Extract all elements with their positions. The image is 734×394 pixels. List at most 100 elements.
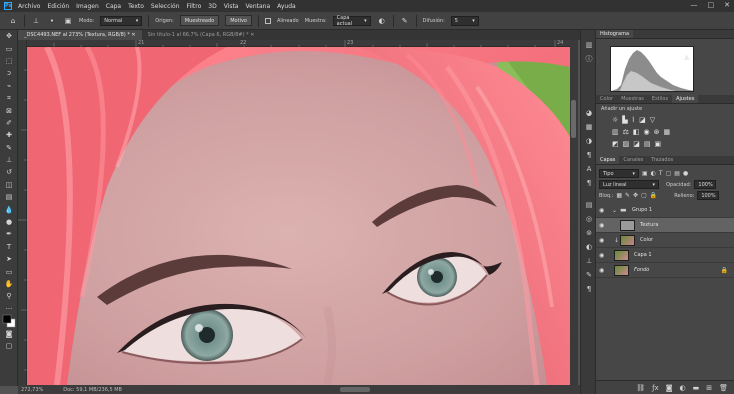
lock-position-icon[interactable]: ✥ <box>633 192 638 199</box>
crop-tool-icon[interactable]: ⌗ <box>0 92 18 104</box>
character-styles-icon[interactable]: ¶ <box>581 282 597 296</box>
origin-pattern-button[interactable]: Motivo <box>225 15 252 26</box>
path-selection-tool-icon[interactable]: ➤ <box>0 253 18 265</box>
layers-panel-icon[interactable]: ▤ <box>581 198 597 212</box>
lock-transparent-icon[interactable]: ▦ <box>616 192 622 199</box>
tab-channels[interactable]: Canales <box>619 156 647 164</box>
filter-shape-icon[interactable]: ▢ <box>666 170 672 177</box>
healing-brush-tool-icon[interactable]: ✚ <box>0 129 18 141</box>
properties-panel-icon[interactable]: ◐ <box>581 240 597 254</box>
posterize-icon[interactable]: ▨ <box>623 140 630 148</box>
menu-seleccion[interactable]: Selección <box>151 3 180 10</box>
filter-toggle-icon[interactable]: ● <box>683 170 688 177</box>
dodge-tool-icon[interactable]: ● <box>0 216 18 228</box>
paragraph-panel-icon[interactable]: ¶ <box>581 148 597 162</box>
layer-row-background[interactable]: ◉ Fondo 🔒 <box>596 263 734 278</box>
more-tools-icon[interactable]: ··· <box>0 303 18 315</box>
tab-histogram[interactable]: Histograma <box>596 30 634 38</box>
history-brush-tool-icon[interactable]: ↺ <box>0 166 18 178</box>
hand-tool-icon[interactable]: ✋ <box>0 278 18 290</box>
mode-select[interactable]: Normal ▾ <box>100 15 143 26</box>
info-panel-icon[interactable]: ⓘ <box>581 52 597 66</box>
ignore-adjustment-layers-icon[interactable]: ◐ <box>377 16 387 26</box>
color-panel-icon[interactable]: ◕ <box>581 106 597 120</box>
type-tool-icon[interactable]: T <box>0 241 18 253</box>
color-swatches-icon[interactable] <box>0 314 18 328</box>
delete-layer-icon[interactable]: 🗑 <box>719 384 728 392</box>
filter-type-icon[interactable]: T <box>659 170 663 177</box>
lock-artboard-icon[interactable]: ▢ <box>641 192 647 199</box>
visibility-eye-icon[interactable]: ◉ <box>599 207 607 214</box>
selective-color-icon[interactable]: ▣ <box>655 140 662 148</box>
layer-row[interactable]: ◉ Capa 1 <box>596 248 734 263</box>
hue-saturation-icon[interactable]: ▥ <box>612 128 619 136</box>
curves-icon[interactable]: ⌇ <box>632 116 635 124</box>
layer-row-selected[interactable]: ◉ Textura <box>596 218 734 233</box>
brightness-contrast-icon[interactable]: ☼ <box>612 116 618 124</box>
link-layers-icon[interactable]: ⛓ <box>636 384 645 392</box>
layer-row[interactable]: ◉ ↓ Color <box>596 233 734 248</box>
gradient-map-icon[interactable]: ▤ <box>644 140 651 148</box>
invert-icon[interactable]: ◩ <box>612 140 619 148</box>
brush-settings-icon[interactable]: ✎ <box>581 268 597 282</box>
new-group-icon[interactable]: ▬ <box>693 384 700 392</box>
origin-sampled-button[interactable]: Muestreado <box>179 15 220 26</box>
close-window-button[interactable]: ✕ <box>724 1 730 9</box>
lasso-tool-icon[interactable]: ↄ <box>0 67 18 79</box>
document-size[interactable]: Doc: 59,1 MB/236,5 MB <box>63 387 122 393</box>
clone-stamp-preset-icon[interactable]: ⊥ <box>31 16 41 26</box>
zoom-tool-icon[interactable]: ⚲ <box>0 290 18 302</box>
warning-icon[interactable]: ▲ <box>684 53 689 61</box>
tab-paths[interactable]: Trazados <box>647 156 677 164</box>
visibility-eye-icon[interactable]: ◉ <box>599 252 607 259</box>
quick-mask-icon[interactable]: ◙ <box>0 327 18 339</box>
channel-mixer-icon[interactable]: ⊛ <box>654 128 660 136</box>
adjustments-panel-icon[interactable]: ◑ <box>581 134 597 148</box>
new-layer-icon[interactable]: ⊞ <box>706 384 712 392</box>
clone-source-icon[interactable]: ⊥ <box>581 254 597 268</box>
blur-tool-icon[interactable]: 💧 <box>0 203 18 215</box>
document-tab-active[interactable]: _DSC4493.NEF al 273% (Textura, RGB/8) * … <box>18 30 142 40</box>
histogram-panel-icon[interactable]: ▥ <box>581 38 597 52</box>
aligned-checkbox[interactable] <box>264 17 271 24</box>
clone-stamp-tool-icon[interactable]: ⊥ <box>0 154 18 166</box>
tab-layers[interactable]: Capas <box>596 156 620 164</box>
paths-panel-icon[interactable]: ⊚ <box>581 226 597 240</box>
filter-pixel-icon[interactable]: ▣ <box>642 170 648 177</box>
document-tab[interactable]: Sin título-1 al 66,7% (Capa 6, RGB/8#) *… <box>142 30 261 40</box>
threshold-icon[interactable]: ◪ <box>633 140 640 148</box>
new-adjustment-icon[interactable]: ◐ <box>680 384 686 392</box>
menu-edicion[interactable]: Edición <box>47 3 69 10</box>
menu-ayuda[interactable]: Ayuda <box>277 3 296 10</box>
menu-capa[interactable]: Capa <box>106 3 121 10</box>
menu-imagen[interactable]: Imagen <box>76 3 99 10</box>
pen-tool-icon[interactable]: ✒ <box>0 228 18 240</box>
black-white-icon[interactable]: ◧ <box>633 128 640 136</box>
lock-all-icon[interactable]: 🔒 <box>650 192 657 199</box>
exposure-icon[interactable]: ◪ <box>639 116 646 124</box>
visibility-eye-icon[interactable]: ◉ <box>599 267 607 274</box>
home-icon[interactable]: ⌂ <box>8 16 18 26</box>
sample-select[interactable]: Capa actual ▾ <box>332 15 371 27</box>
diffusion-select[interactable]: 5 ▾ <box>450 15 479 26</box>
vertical-scrollbar[interactable] <box>570 40 578 385</box>
pressure-icon[interactable]: ✎ <box>400 16 410 26</box>
minimize-button[interactable]: — <box>691 1 698 9</box>
tab-adjustments[interactable]: Ajustes <box>672 95 699 103</box>
layer-row-group[interactable]: ◉ ⌄ ▬ Grupo 1 <box>596 203 734 218</box>
tab-styles[interactable]: Estilos <box>648 95 672 103</box>
filter-smart-object-icon[interactable]: ▤ <box>674 170 680 177</box>
expand-chevron-icon[interactable]: ⌄ <box>612 207 617 214</box>
channels-panel-icon[interactable]: ◎ <box>581 212 597 226</box>
eyedropper-tool-icon[interactable]: ✐ <box>0 117 18 129</box>
artboard-tool-icon[interactable]: ▭ <box>0 42 18 54</box>
document-canvas[interactable] <box>27 47 570 385</box>
scrollbar-thumb[interactable] <box>571 100 576 138</box>
tab-swatches[interactable]: Muestras <box>617 95 648 103</box>
menu-texto[interactable]: Texto <box>128 3 144 10</box>
brush-tool-icon[interactable]: ✎ <box>0 142 18 154</box>
add-mask-icon[interactable]: ◙ <box>666 384 673 392</box>
swatches-panel-icon[interactable]: ▦ <box>581 120 597 134</box>
menu-vista[interactable]: Vista <box>224 3 239 10</box>
move-tool-icon[interactable]: ✥ <box>0 30 18 42</box>
